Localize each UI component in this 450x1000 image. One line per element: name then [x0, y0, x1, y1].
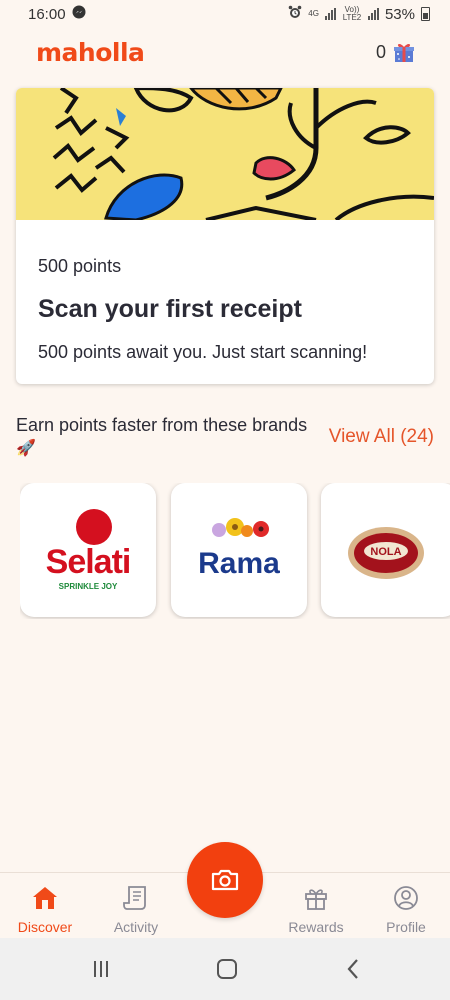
nav-label-rewards: Rewards	[288, 919, 344, 935]
home-icon	[33, 887, 57, 909]
brand-card-nola[interactable]: NOLA	[321, 483, 450, 617]
profile-icon	[394, 886, 418, 910]
scan-receipt-button[interactable]	[187, 842, 263, 918]
gift-outline-icon	[305, 889, 327, 910]
promo-points-label: 500 points	[38, 256, 122, 276]
nav-tab-rewards[interactable]: Rewards	[271, 873, 361, 939]
svg-text:SPRINKLE JOY: SPRINKLE JOY	[59, 582, 118, 591]
nola-logo: NOLA	[348, 527, 424, 579]
network-4g-label: 4G	[308, 9, 319, 18]
recent-apps-icon	[94, 961, 108, 977]
battery-icon	[421, 7, 430, 21]
camera-icon	[211, 869, 239, 891]
status-bar: 16:00 4G Vo)) LTE2 53%	[0, 0, 450, 28]
points-counter[interactable]: 0	[376, 40, 416, 64]
promo-title: Scan your first receipt	[38, 295, 302, 323]
nav-label-profile: Profile	[386, 919, 426, 935]
promo-illustration	[16, 88, 434, 220]
gift-icon[interactable]	[392, 40, 416, 64]
rocket-icon: 🚀	[16, 440, 36, 457]
nav-tab-activity[interactable]: Activity	[91, 873, 181, 939]
svg-text:Rama: Rama	[198, 547, 280, 580]
brand-card-rama[interactable]: Rama	[171, 483, 307, 617]
brands-section-title: Earn points faster from these brands	[16, 415, 308, 435]
system-nav-bar	[0, 938, 450, 1000]
battery-percent: 53%	[384, 5, 415, 23]
signal-icon	[324, 8, 336, 20]
alarm-icon	[288, 5, 302, 23]
nav-tab-profile[interactable]: Profile	[361, 873, 450, 939]
back-chevron-icon	[347, 959, 358, 979]
app-logo: maholla	[36, 37, 145, 67]
svg-text:Selati: Selati	[46, 543, 131, 581]
nav-tab-discover[interactable]: Discover	[0, 873, 90, 939]
brand-card-selati[interactable]: Selati SPRINKLE JOY	[20, 483, 156, 617]
messenger-icon	[72, 5, 86, 23]
view-all-brands-link[interactable]: View All (24)	[329, 426, 434, 448]
status-time: 16:00	[28, 5, 66, 23]
points-value: 0	[375, 41, 386, 62]
signal-icon-2	[367, 8, 379, 20]
promo-description: 500 points await you. Just start scannin…	[38, 342, 368, 362]
rama-logo: Rama	[198, 518, 280, 580]
network-volte-label: Vo)) LTE2	[342, 5, 362, 22]
back-button[interactable]	[338, 956, 368, 982]
selati-logo: Selati SPRINKLE JOY	[46, 509, 131, 591]
nav-label-discover: Discover	[17, 919, 73, 935]
svg-text:NOLA: NOLA	[370, 546, 401, 558]
home-button[interactable]	[212, 956, 242, 982]
recent-apps-button[interactable]	[86, 956, 116, 982]
home-square-icon	[217, 959, 237, 979]
brand-carousel[interactable]: Selati SPRINKLE JOY Rama NOLA	[20, 483, 450, 619]
nav-label-activity: Activity	[113, 919, 159, 935]
brands-section-header: Earn points faster from these brands 🚀 V…	[16, 414, 434, 458]
receipt-icon	[123, 886, 146, 910]
app-header: maholla 0	[0, 30, 450, 74]
promo-card[interactable]: 500 points Scan your first receipt 500 p…	[16, 88, 434, 384]
